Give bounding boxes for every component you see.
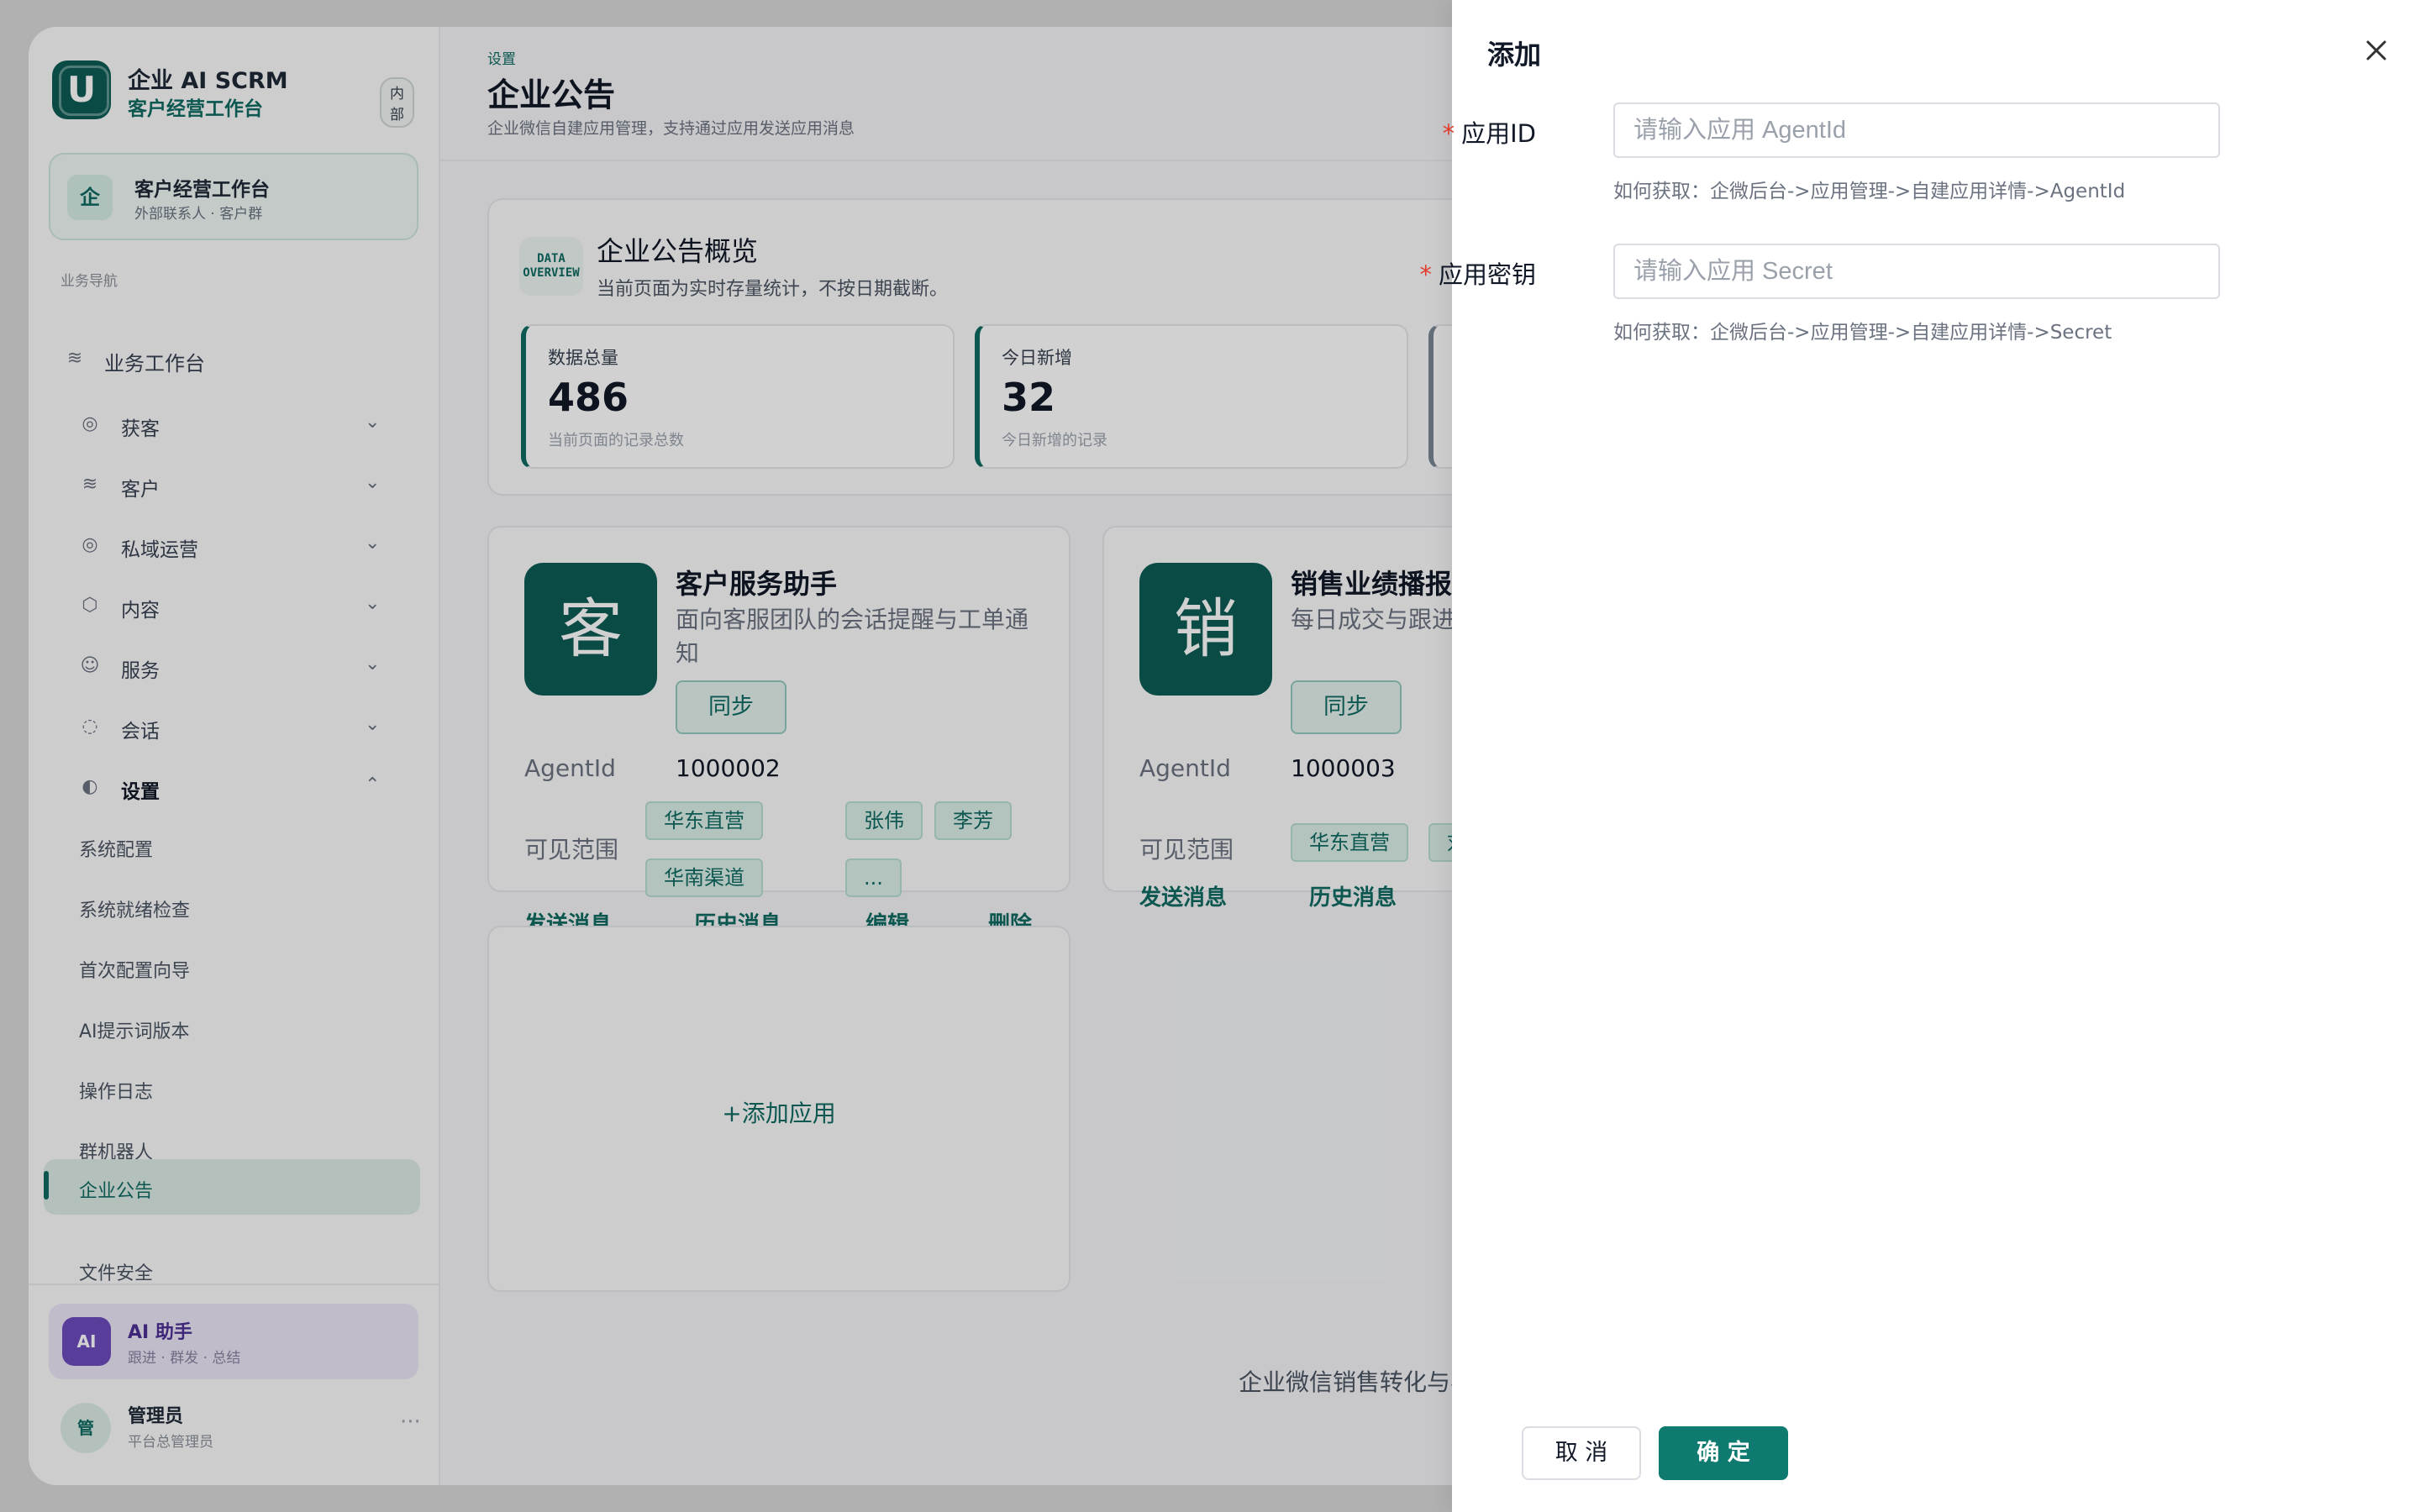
close-button[interactable] [2360,34,2393,67]
drawer-title: 添加 [1487,39,1542,71]
app-id-label: * 应用ID [1442,119,1536,148]
required-mark: * [1419,260,1432,289]
modal-overlay[interactable] [0,0,1452,1512]
app-secret-input[interactable] [1613,244,2220,299]
app-id-help: 如何获取：企微后台->应用管理->自建应用详情->AgentId [1613,181,2126,202]
cancel-button[interactable]: 取 消 [1522,1426,1641,1480]
confirm-button[interactable]: 确 定 [1659,1426,1788,1480]
app-id-input[interactable] [1613,102,2220,158]
add-drawer: 添加 *应用ID 如何获取：企微后台->应用管理->自建应用详情->AgentI… [1419,0,2420,1512]
close-icon [2366,40,2386,60]
app-secret-label: * 应用密钥 [1419,260,1536,289]
app-secret-help: 如何获取：企微后台->应用管理->自建应用详情->Secret [1613,322,2112,344]
required-mark: * [1442,119,1455,148]
